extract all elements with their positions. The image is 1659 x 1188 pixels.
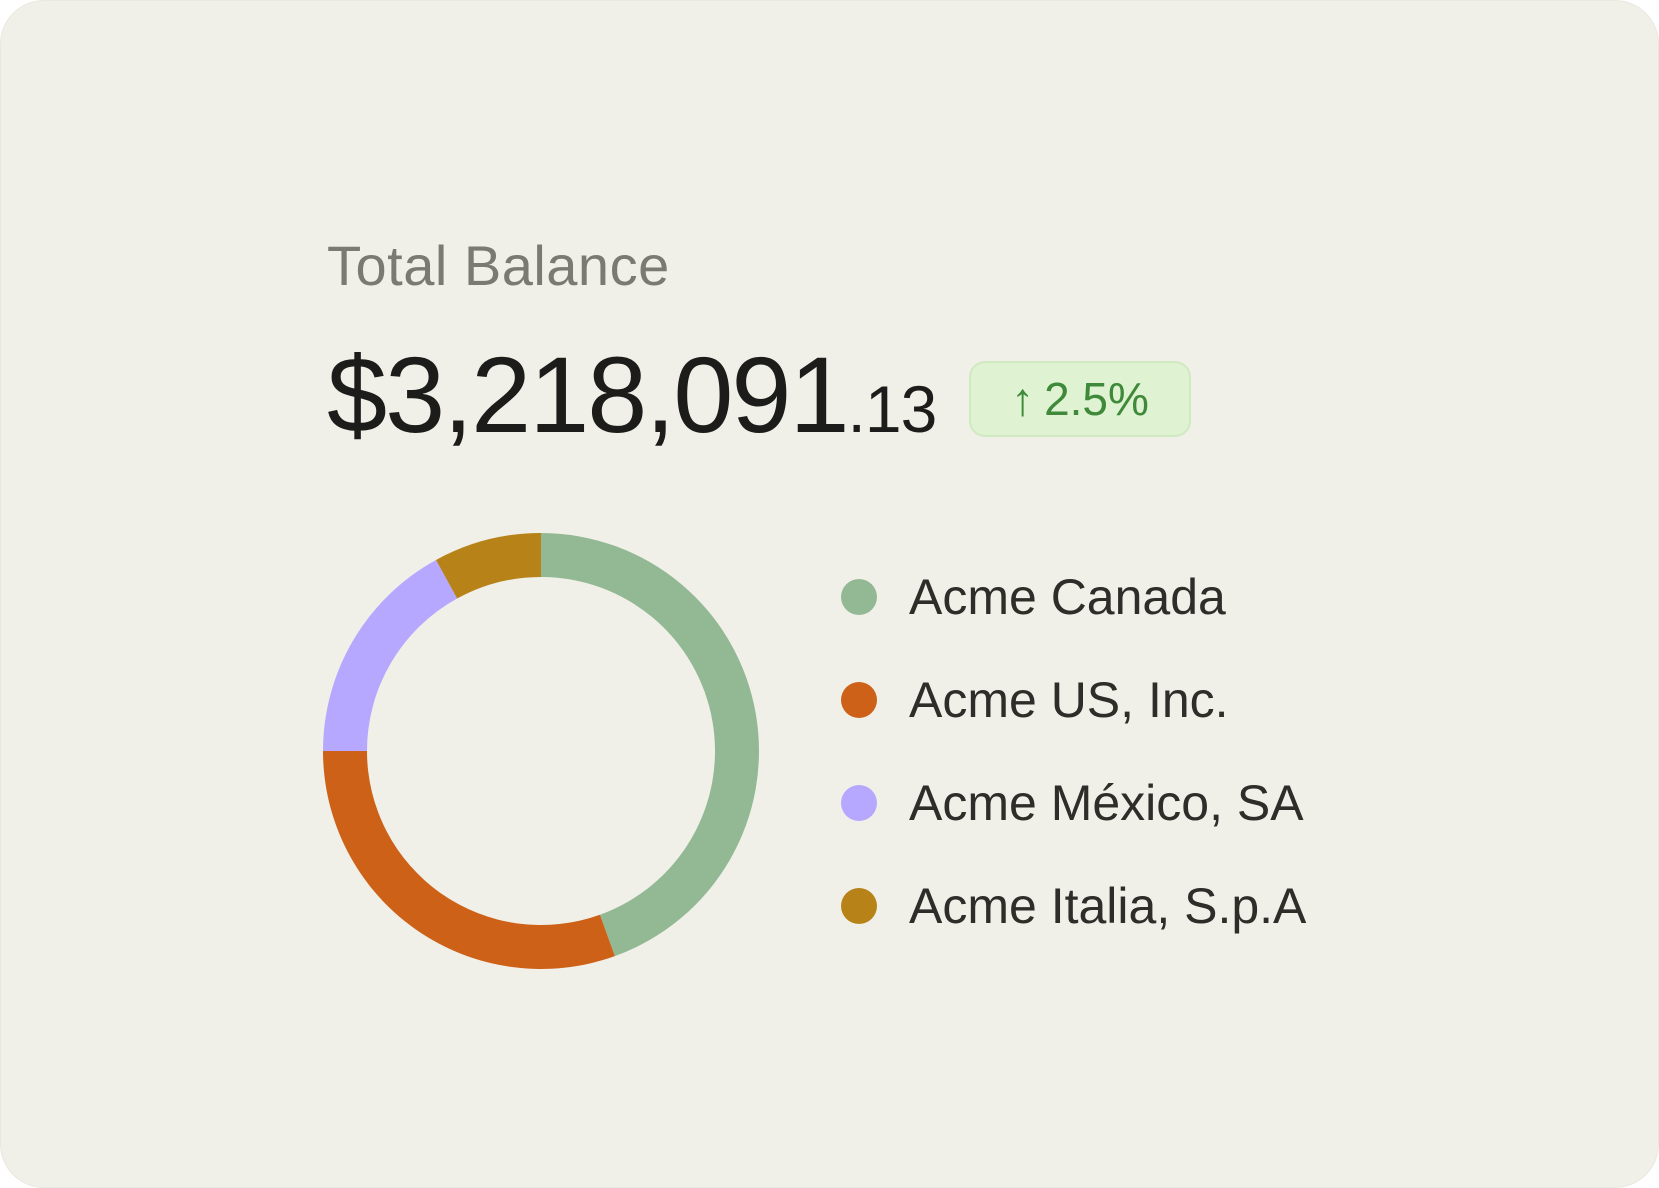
amount-cents: .13 xyxy=(847,372,938,446)
legend-item: Acme US, Inc. xyxy=(841,664,1306,767)
change-badge: ↑ 2.5% xyxy=(969,361,1191,437)
legend-dot xyxy=(841,579,877,615)
chart-legend: Acme Canada Acme US, Inc. Acme México, SA A… xyxy=(841,561,1306,973)
legend-label: Acme Italia, S.p.A xyxy=(909,878,1307,934)
legend-item: Acme Canada xyxy=(841,561,1306,664)
total-balance-label: Total Balance xyxy=(327,234,670,297)
total-balance-amount: $3,218,091.13 xyxy=(327,341,938,449)
donut-slice-acme-us-inc xyxy=(323,751,615,969)
donut-slice-acme-canada xyxy=(541,533,759,957)
donut-chart xyxy=(323,533,759,969)
legend-label: Acme US, Inc. xyxy=(909,672,1229,728)
legend-label: Acme Canada xyxy=(909,569,1226,625)
legend-dot xyxy=(841,682,877,718)
donut-slice-acme-m-xico-sa xyxy=(323,559,458,751)
arrow-up-icon: ↑ xyxy=(1011,373,1035,425)
legend-item: Acme Italia, S.p.A xyxy=(841,870,1306,973)
legend-item: Acme México, SA xyxy=(841,767,1306,870)
legend-dot xyxy=(841,888,877,924)
legend-label: Acme México, SA xyxy=(909,775,1304,831)
balance-card: Total Balance $3,218,091.13 ↑ 2.5% Acme … xyxy=(0,0,1659,1188)
legend-dot xyxy=(841,785,877,821)
change-value: 2.5% xyxy=(1044,373,1149,425)
amount-main: $3,218,091 xyxy=(327,334,850,455)
